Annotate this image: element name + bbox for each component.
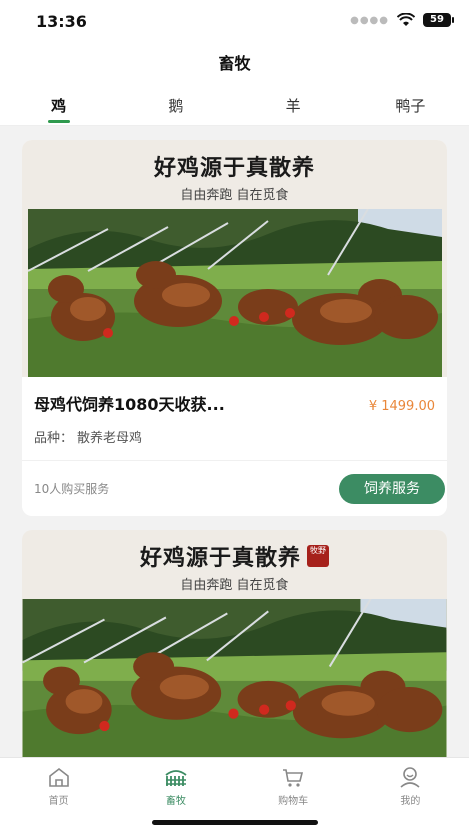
nav-header: 畜牧	[0, 44, 469, 84]
feeding-service-button[interactable]: 饲养服务	[339, 473, 445, 504]
nav-home[interactable]: 首页	[0, 758, 117, 831]
tab-duck[interactable]: 鸭子	[352, 84, 469, 125]
nav-cart-label: 购物车	[278, 796, 309, 807]
card-footer: 10人购买服务 饲养服务	[22, 460, 447, 516]
tab-goose[interactable]: 鹅	[117, 84, 234, 125]
cart-icon	[283, 769, 304, 787]
home-indicator	[152, 820, 318, 825]
product-banner: 好鸡源于真散养 自由奔跑 自在觅食	[22, 140, 447, 377]
banner-title: 好鸡源于真散养	[153, 155, 315, 181]
banner-subtitle: 自由奔跑 自在觅食	[180, 578, 289, 593]
seal-logo: 牧野	[307, 545, 329, 567]
nav-profile[interactable]: 我的	[352, 758, 469, 831]
nav-home-label: 首页	[48, 796, 69, 807]
nav-livestock-label: 畜牧	[165, 796, 186, 807]
card-body: 母鸡代饲养1080天收获... ¥ 1499.00 品种： 散养老母鸡	[22, 377, 447, 460]
chicken-photo	[22, 599, 447, 757]
signal-icon: ●●●●	[350, 14, 389, 26]
status-bar: 13:36 ●●●● 59	[0, 0, 469, 44]
product-banner: 好鸡源于真散养 牧野 自由奔跑 自在觅食	[22, 530, 447, 757]
buyer-count: 10人购买服务	[34, 482, 110, 496]
variety-value: 散养老母鸡	[77, 431, 143, 446]
product-card[interactable]: 好鸡源于真散养 自由奔跑 自在觅食 母鸡代饲养1080天收获... ¥ 1499…	[22, 140, 447, 516]
status-time: 13:36	[36, 12, 87, 31]
banner-title: 好鸡源于真散养	[139, 545, 301, 571]
product-feed[interactable]: 好鸡源于真散养 自由奔跑 自在觅食 母鸡代饲养1080天收获... ¥ 1499…	[0, 126, 469, 757]
banner-subtitle: 自由奔跑 自在觅食	[180, 188, 289, 203]
profile-icon	[400, 767, 420, 788]
variety-label: 品种：	[34, 431, 74, 446]
status-icons: ●●●● 59	[350, 13, 454, 27]
chicken-photo	[28, 209, 442, 377]
page-title: 畜牧	[218, 54, 251, 73]
product-title[interactable]: 母鸡代饲养1080天收获...	[34, 391, 225, 415]
battery-icon: 59	[423, 13, 454, 27]
variety: 品种： 散养老母鸡	[34, 427, 435, 460]
product-card[interactable]: 好鸡源于真散养 牧野 自由奔跑 自在觅食	[22, 530, 447, 757]
tab-chicken[interactable]: 鸡	[0, 84, 117, 125]
price: ¥ 1499.00	[368, 399, 435, 414]
home-icon	[48, 767, 69, 787]
tab-sheep[interactable]: 羊	[235, 84, 352, 125]
nav-profile-label: 我的	[400, 796, 421, 807]
wifi-icon	[397, 13, 415, 26]
category-tabs: 鸡 鹅 羊 鸭子	[0, 84, 469, 126]
farm-icon	[165, 770, 187, 786]
